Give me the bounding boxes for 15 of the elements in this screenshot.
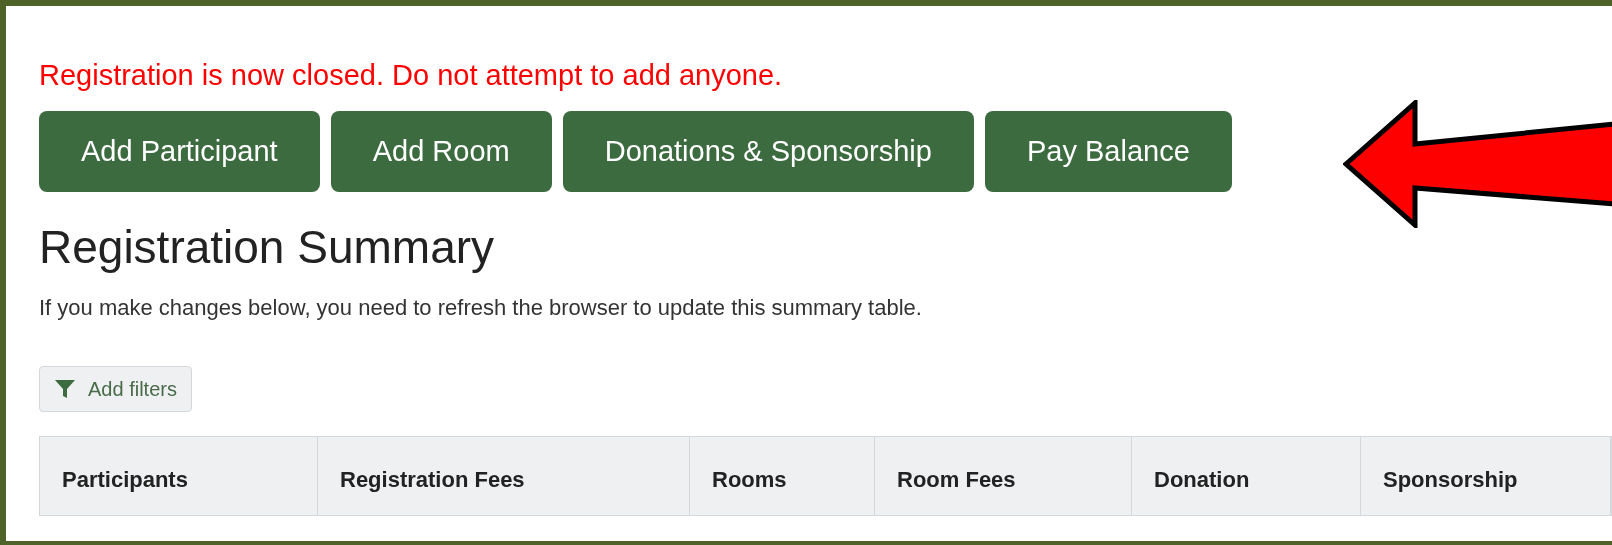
column-header: Donation (1132, 437, 1361, 515)
action-button[interactable]: Add Room (330, 111, 552, 192)
column-header: Registration Fees (318, 437, 690, 515)
column-header: Rooms (690, 437, 875, 515)
filter-button[interactable]: Add filters (39, 366, 192, 412)
action-button[interactable]: Add Participant (39, 111, 320, 192)
filter-icon (54, 378, 76, 400)
summary-description: If you make changes below, you need to refresh the browser to update this summary table. (39, 294, 922, 322)
closed-notice: Registration is now closed. Do not attempt to add anyone. (39, 58, 784, 92)
column-header: Participants (40, 437, 318, 515)
section-heading: Registration Summary (39, 220, 495, 274)
column-header: Sponsorship (1361, 437, 1611, 515)
action-button[interactable]: Pay Balance (984, 111, 1232, 192)
action-button[interactable]: Donations & Sponsorship (562, 111, 974, 192)
column-header: Room Fees (875, 437, 1132, 515)
